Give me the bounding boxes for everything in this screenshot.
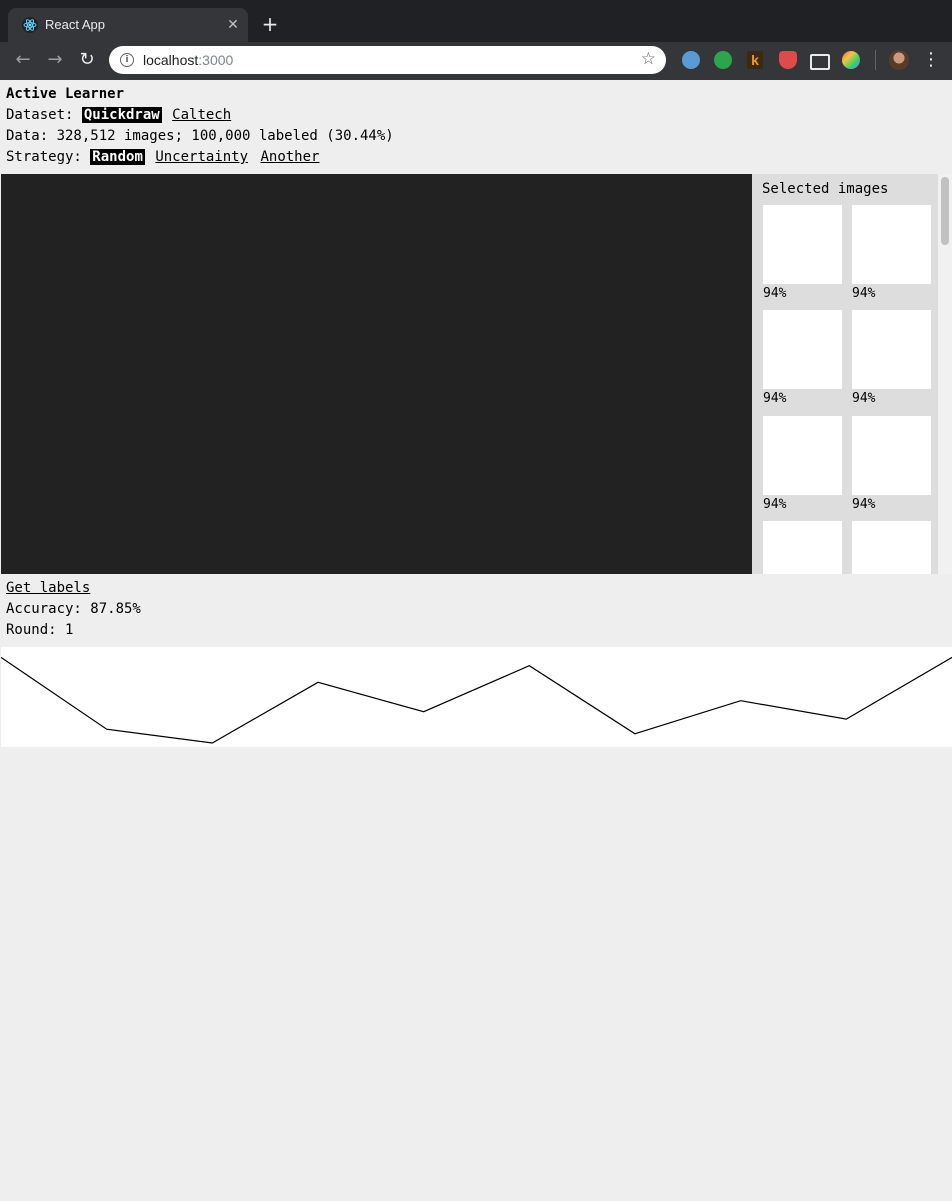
selected-image-confidence: 94% <box>763 391 787 406</box>
site-info-icon[interactable]: i <box>120 53 134 67</box>
selected-image-confidence: 94% <box>763 286 787 301</box>
dataset-label: Dataset: <box>6 107 82 123</box>
tab-strip: React App ✕ + <box>0 0 952 42</box>
selected-image-confidence: 94% <box>763 497 787 512</box>
selected-images-title: Selected images <box>762 181 889 197</box>
selected-image-thumb[interactable] <box>852 205 931 284</box>
address-bar[interactable]: i localhost:3000 ☆ <box>109 46 666 74</box>
url-host: localhost <box>143 52 199 68</box>
strategy-option-another[interactable]: Another <box>258 149 321 165</box>
selected-images-panel[interactable]: Selected images 94% 94% 94% 94% 94% 94% <box>752 174 952 574</box>
browser-tab[interactable]: React App ✕ <box>8 8 248 42</box>
scrollbar-thumb[interactable] <box>941 177 949 245</box>
back-arrow-icon[interactable]: ← <box>11 48 35 72</box>
selected-image-thumb[interactable] <box>763 310 842 389</box>
selected-image-thumb[interactable] <box>763 521 842 574</box>
forward-arrow-icon[interactable]: → <box>43 48 67 72</box>
strategy-option-random[interactable]: Random <box>90 149 145 165</box>
embedding-visualization-canvas[interactable] <box>1 174 752 574</box>
app-title: Active Learner <box>6 86 125 102</box>
react-logo-icon <box>22 17 38 33</box>
selected-image-thumb[interactable] <box>852 416 931 495</box>
dataset-option-caltech[interactable]: Caltech <box>170 107 233 123</box>
reload-icon[interactable]: ↻ <box>75 48 99 72</box>
accuracy-chart-svg <box>1 656 952 744</box>
browser-chrome: React App ✕ + ← → ↻ i localhost:3000 ☆ k… <box>0 0 952 80</box>
url-port: :3000 <box>198 52 234 68</box>
strategy-label: Strategy: <box>6 149 91 165</box>
toolbar-divider <box>875 50 876 70</box>
extension-green-icon[interactable] <box>714 51 732 69</box>
accuracy-readout: Accuracy: 87.85% <box>6 601 141 617</box>
get-labels-link[interactable]: Get labels <box>6 578 90 599</box>
kebab-menu-icon[interactable]: ⋮ <box>921 48 941 72</box>
extension-k-icon[interactable]: k <box>747 51 763 69</box>
picture-in-picture-icon[interactable] <box>810 54 830 70</box>
accuracy-chart <box>1 647 952 747</box>
accuracy-series-line <box>1 656 952 744</box>
profile-avatar[interactable] <box>889 50 909 70</box>
tab-title: React App <box>45 17 105 32</box>
selected-image-thumb[interactable] <box>852 521 931 574</box>
panel-scrollbar[interactable] <box>938 174 952 574</box>
selected-image-confidence: 94% <box>852 391 876 406</box>
selected-image-thumb[interactable] <box>763 205 842 284</box>
selected-image-thumb[interactable] <box>852 310 931 389</box>
strategy-option-uncertainty[interactable]: Uncertainty <box>153 149 250 165</box>
extension-shield-icon[interactable] <box>779 51 797 69</box>
selected-image-confidence: 94% <box>852 286 876 301</box>
close-tab-icon[interactable]: ✕ <box>224 16 242 34</box>
selected-image-thumb[interactable] <box>763 416 842 495</box>
selected-image-confidence: 94% <box>852 497 876 512</box>
new-tab-icon[interactable]: + <box>259 13 281 35</box>
data-summary: Data: 328,512 images; 100,000 labeled (3… <box>6 128 394 144</box>
app-page: Active Learner Dataset: Quickdraw Caltec… <box>0 80 952 1201</box>
round-readout: Round: 1 <box>6 622 74 638</box>
dataset-selector: Dataset: Quickdraw Caltech <box>6 105 233 126</box>
dataset-option-quickdraw[interactable]: Quickdraw <box>81 107 162 123</box>
extension-color-picker-icon[interactable] <box>842 51 860 69</box>
strategy-selector: Strategy: Random Uncertainty Another <box>6 147 321 168</box>
bookmark-star-icon[interactable]: ☆ <box>641 49 656 69</box>
url-text: localhost:3000 <box>143 52 233 68</box>
extension-compass-icon[interactable] <box>682 51 700 69</box>
